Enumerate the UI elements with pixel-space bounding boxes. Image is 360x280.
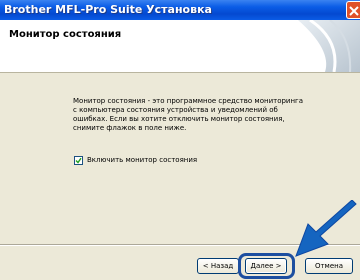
description-line: ошибках. Если вы хотите отключить монито… xyxy=(73,115,285,123)
description-text: Монитор состояния - это программное сред… xyxy=(73,97,323,133)
close-icon xyxy=(349,6,359,16)
header-logo-graphic xyxy=(298,20,360,72)
description-line: снимите флажок в поле ниже. xyxy=(73,124,187,132)
description-line: Монитор состояния - это программное сред… xyxy=(73,97,304,105)
status-monitor-checkbox[interactable] xyxy=(74,156,83,165)
status-monitor-label[interactable]: Включить монитор состояния xyxy=(87,156,197,164)
installer-window: Brother MFL-Pro Suite Установка Монитор … xyxy=(0,0,360,280)
window-title: Brother MFL-Pro Suite Установка xyxy=(4,3,212,16)
header-panel: Монитор состояния xyxy=(0,20,360,73)
close-button[interactable] xyxy=(346,1,360,19)
next-button-highlight xyxy=(238,253,295,279)
pointer-arrow-icon xyxy=(295,200,357,257)
checkmark-icon xyxy=(75,157,82,164)
title-bar[interactable]: Brother MFL-Pro Suite Установка xyxy=(0,0,360,20)
description-line: с компьютера состояния устройства и увед… xyxy=(73,106,278,114)
back-button[interactable]: < Назад xyxy=(197,258,239,274)
page-title: Монитор состояния xyxy=(9,29,122,40)
